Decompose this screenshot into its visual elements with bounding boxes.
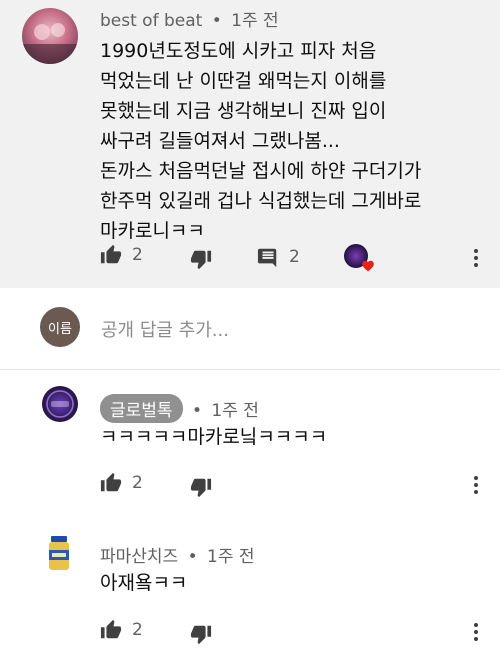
more-vert-icon[interactable]	[466, 617, 486, 647]
meta-separator: •	[191, 401, 202, 421]
user-avatar: 이름	[40, 307, 80, 347]
like-button[interactable]: 2	[100, 619, 143, 641]
reply-author-avatar[interactable]	[48, 536, 70, 572]
avatar-label: 이름	[48, 321, 72, 337]
comment-meta: best of beat • 1주 전	[100, 6, 279, 31]
like-count: 2	[132, 473, 143, 493]
meta-separator: •	[187, 547, 198, 567]
author-name[interactable]: best of beat	[100, 11, 202, 31]
comment-line: 못했는데 지금 생각해보니 진짜 입이	[100, 100, 387, 122]
comment-line: 먹었는데 난 이딴걸 왜먹는지 이해를	[100, 70, 387, 92]
reply-comment: 글로벌톡 • 1주 전 ㅋㅋㅋㅋㅋ마카로닠ㅋㅋㅋㅋ 2	[0, 372, 500, 512]
like-button[interactable]: 2	[100, 472, 143, 494]
reply-input[interactable]: 공개 답글 추가...	[101, 316, 229, 342]
reply-comment: 파마산치즈 • 1주 전 아재욬ㅋㅋ 2	[0, 522, 500, 663]
dislike-button[interactable]	[190, 623, 212, 645]
like-count: 2	[132, 620, 143, 640]
comment-line: 싸구려 길들여져서 그랬나봄...	[100, 130, 340, 152]
thumb-down-icon	[190, 478, 212, 498]
reply-body: ㅋㅋㅋㅋㅋ마카로닠ㅋㅋㅋㅋ	[100, 426, 328, 448]
reply-meta: 파마산치즈 • 1주 전	[100, 542, 255, 567]
comment-line: 한주먹 있길래 겁나 식겁했는데 그게바로	[100, 190, 422, 212]
reply-author-chip[interactable]: 글로벌톡	[100, 394, 183, 423]
thumb-up-icon	[100, 244, 122, 264]
meta-separator: •	[211, 11, 222, 31]
dislike-button[interactable]	[190, 248, 212, 270]
reply-body: 아재욬ㅋㅋ	[100, 572, 188, 594]
reply-count: 2	[289, 247, 300, 267]
comment-line: 1990년도정도에 시카고 피자 처음	[100, 40, 377, 62]
comment-time[interactable]: 1주 전	[231, 11, 279, 31]
main-comment: best of beat • 1주 전 1990년도정도에 시카고 피자 처음 …	[0, 0, 500, 288]
like-button[interactable]: 2	[100, 244, 143, 266]
thumb-down-icon	[190, 625, 212, 645]
reply-meta: 글로벌톡 • 1주 전	[100, 394, 259, 423]
comment-line: 마카로니ㅋㅋ	[100, 220, 205, 242]
reply-author-name[interactable]: 파마산치즈	[100, 547, 178, 567]
thumb-down-icon	[190, 250, 212, 270]
thumb-up-icon	[100, 472, 122, 492]
like-count: 2	[132, 245, 143, 265]
thumb-up-icon	[100, 619, 122, 639]
comment-icon	[257, 248, 277, 268]
author-avatar[interactable]	[22, 8, 78, 64]
creator-heart	[344, 244, 374, 274]
more-vert-icon[interactable]	[466, 470, 486, 500]
reply-time[interactable]: 1주 전	[211, 401, 259, 421]
reply-input-row[interactable]: 이름 공개 답글 추가...	[0, 290, 500, 370]
more-vert-icon[interactable]	[466, 243, 486, 273]
reply-time[interactable]: 1주 전	[207, 547, 255, 567]
comment-line: 돈까스 처음먹던날 접시에 하얀 구더기가	[100, 160, 422, 182]
comment-body: 1990년도정도에 시카고 피자 처음 먹었는데 난 이딴걸 왜먹는지 이해를 …	[100, 36, 421, 246]
reply-author-avatar[interactable]	[42, 386, 78, 422]
heart-icon	[362, 260, 374, 272]
dislike-button[interactable]	[190, 476, 212, 498]
reply-button[interactable]: 2	[257, 246, 300, 268]
